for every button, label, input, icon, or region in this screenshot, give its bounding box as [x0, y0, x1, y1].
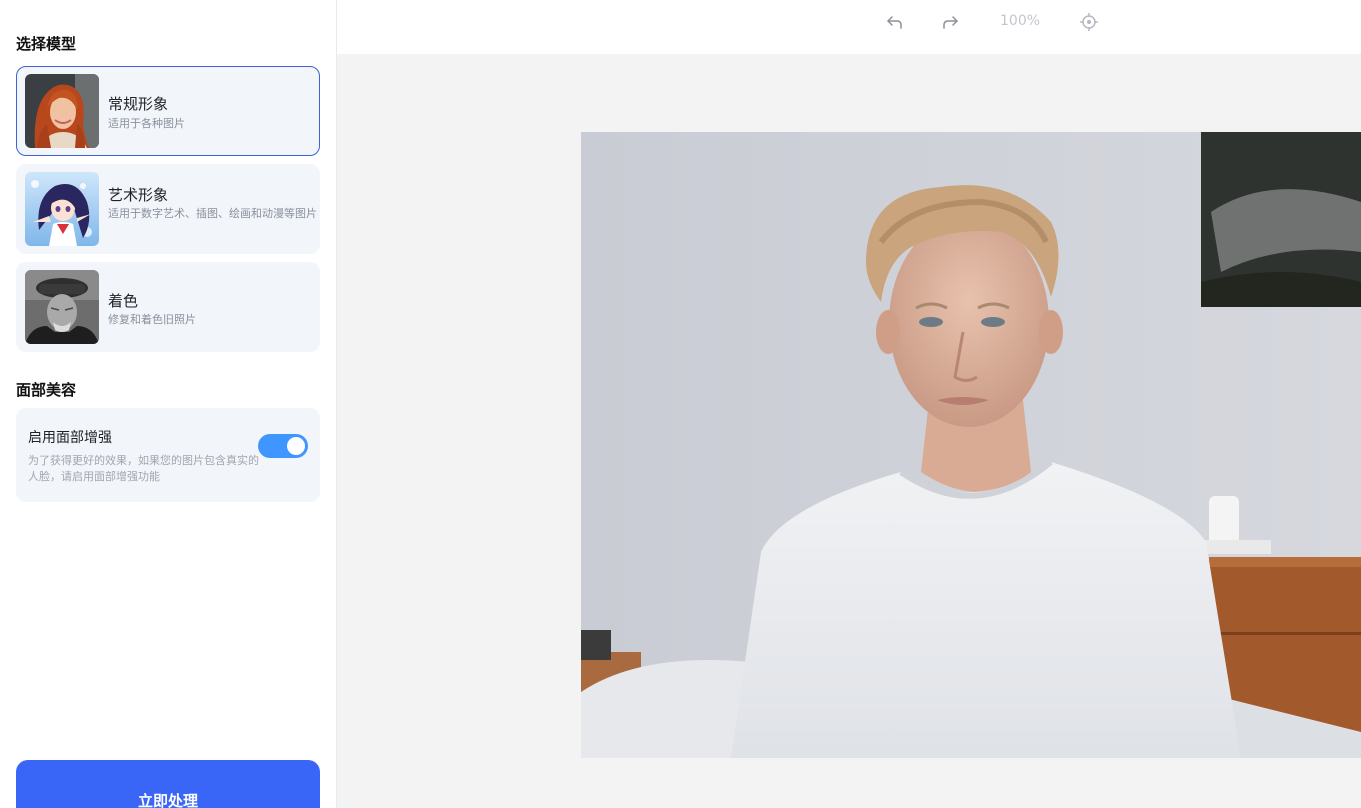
- model-desc-regular: 适用于各种图片: [108, 117, 185, 130]
- undo-button[interactable]: [883, 11, 907, 33]
- sidebar: 选择模型 常规形象 适用于各种图片 艺术形象 适用于数字艺术、插图、绘画和动漫等…: [0, 0, 337, 808]
- uploaded-photo[interactable]: [581, 132, 1361, 758]
- face-section-title: 面部美容: [16, 381, 77, 399]
- face-enhance-card: 启用面部增强 为了获得更好的效果，如果您的图片包含真实的人脸，请启用面部增强功能: [16, 408, 320, 502]
- model-card-colorize[interactable]: 着色 修复和着色旧照片: [16, 262, 320, 352]
- crosshair-icon: [1080, 13, 1098, 31]
- model-card-regular[interactable]: 常规形象 适用于各种图片: [16, 66, 320, 156]
- model-section-title: 选择模型: [16, 35, 77, 53]
- undo-icon: [887, 16, 902, 29]
- model-thumbnail-colorize: [25, 270, 99, 344]
- face-enhance-toggle[interactable]: [258, 434, 308, 458]
- model-card-art[interactable]: 艺术形象 适用于数字艺术、插图、绘画和动漫等图片: [16, 164, 320, 254]
- model-desc-art: 适用于数字艺术、插图、绘画和动漫等图片: [108, 207, 317, 220]
- face-enhance-desc: 为了获得更好的效果，如果您的图片包含真实的人脸，请启用面部增强功能: [28, 454, 259, 483]
- model-title-art: 艺术形象: [108, 186, 169, 204]
- redo-button[interactable]: [938, 11, 962, 33]
- model-desc-colorize: 修复和着色旧照片: [108, 313, 196, 326]
- model-title-colorize: 着色: [108, 292, 139, 310]
- app-root: 选择模型 常规形象 适用于各种图片 艺术形象 适用于数字艺术、插图、绘画和动漫等…: [0, 0, 1361, 808]
- model-thumbnail-regular: [25, 74, 99, 148]
- fit-view-button[interactable]: [1077, 11, 1101, 33]
- redo-icon: [943, 16, 958, 29]
- process-now-button[interactable]: 立即处理: [16, 760, 320, 808]
- model-thumbnail-art: [25, 172, 99, 246]
- model-title-regular: 常规形象: [108, 95, 169, 113]
- image-canvas[interactable]: [337, 54, 1361, 808]
- zoom-level: 100%: [1000, 13, 1041, 29]
- face-enhance-title: 启用面部增强: [28, 430, 112, 446]
- toggle-knob: [287, 437, 305, 455]
- canvas-toolbar: 100%: [337, 0, 1361, 54]
